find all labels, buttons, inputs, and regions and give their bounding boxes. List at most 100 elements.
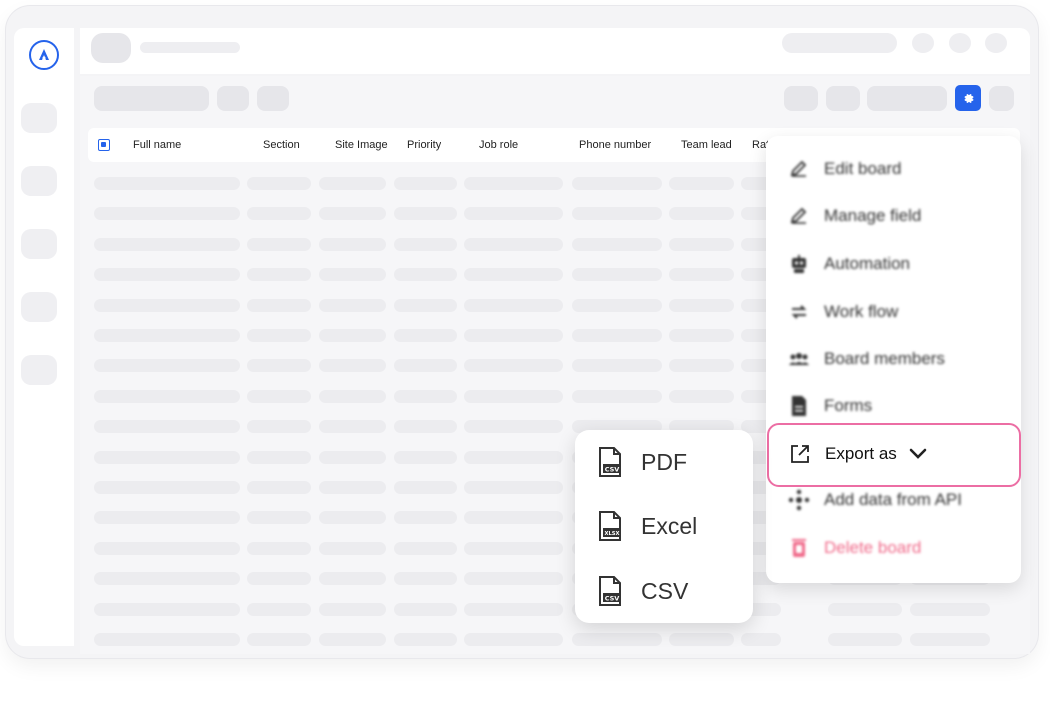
row-cell-placeholder — [394, 481, 457, 494]
row-cell-placeholder — [94, 511, 240, 525]
header-icon-placeholder[interactable] — [912, 33, 934, 53]
sidebar-item-placeholder[interactable] — [21, 355, 57, 385]
column-header-site-image[interactable]: Site Image — [335, 139, 388, 151]
row-cell-placeholder — [94, 329, 240, 342]
row-cell-placeholder — [394, 237, 457, 251]
app-logo-icon[interactable] — [29, 40, 59, 70]
sidebar-item-placeholder[interactable] — [21, 292, 57, 322]
export-icon — [789, 443, 811, 465]
row-cell-placeholder — [394, 602, 457, 616]
row-cell-placeholder — [247, 450, 311, 464]
toolbar-placeholder[interactable] — [257, 86, 289, 111]
toolbar-placeholder[interactable] — [217, 86, 249, 111]
column-header-phone-number[interactable]: Phone number — [579, 139, 651, 151]
header-search-placeholder[interactable] — [782, 33, 897, 53]
toolbar-placeholder[interactable] — [826, 86, 860, 111]
row-cell-placeholder — [247, 633, 311, 646]
row-cell-placeholder — [669, 268, 734, 282]
row-cell-placeholder — [247, 237, 311, 251]
row-cell-placeholder — [572, 329, 662, 342]
row-cell-placeholder — [394, 633, 457, 646]
api-icon — [788, 489, 810, 511]
row-cell-placeholder — [394, 450, 457, 464]
menu-item-label: Work flow — [824, 302, 899, 321]
row-cell-placeholder — [94, 541, 240, 555]
export-excel-option[interactable]: XLSX Excel — [575, 501, 753, 551]
row-cell-placeholder — [247, 511, 311, 525]
column-header-job-role[interactable]: Job role — [479, 139, 518, 151]
toolbar-placeholder[interactable] — [989, 86, 1014, 111]
header-icon-placeholder[interactable] — [949, 33, 971, 53]
toolbar-placeholder[interactable] — [94, 86, 209, 111]
row-cell-placeholder — [247, 359, 311, 373]
row-cell-placeholder — [319, 420, 386, 434]
row-cell-placeholder — [394, 572, 457, 586]
row-cell-placeholder — [94, 237, 240, 251]
row-cell-placeholder — [94, 268, 240, 282]
header-button-placeholder[interactable] — [91, 33, 131, 63]
gear-icon — [964, 94, 974, 103]
row-cell-placeholder — [464, 481, 563, 494]
menu-item-edit-board[interactable]: Edit board — [766, 149, 1021, 189]
row-cell-placeholder — [394, 298, 457, 312]
menu-item-label: Forms — [824, 396, 873, 415]
column-header-section[interactable]: Section — [263, 139, 300, 151]
menu-item-manage-field[interactable]: Manage field — [766, 196, 1021, 236]
row-cell-placeholder — [394, 207, 457, 221]
menu-item-board-members[interactable]: Board members — [766, 339, 1021, 379]
row-cell-placeholder — [669, 389, 734, 403]
row-cell-placeholder — [394, 329, 457, 342]
row-cell-placeholder — [319, 329, 386, 342]
row-cell-placeholder — [464, 359, 563, 373]
menu-item-label: Delete board — [824, 538, 922, 557]
row-cell-placeholder — [572, 237, 662, 251]
svg-text:CSV: CSV — [605, 595, 620, 603]
row-cell-placeholder — [319, 572, 386, 586]
row-cell-placeholder — [572, 298, 662, 312]
row-cell-placeholder — [319, 450, 386, 464]
sidebar-item-placeholder[interactable] — [21, 103, 57, 133]
export-pdf-option[interactable]: CSV PDF — [575, 437, 753, 487]
row-cell-placeholder — [319, 633, 386, 646]
row-cell-placeholder — [464, 207, 563, 221]
column-header-team-lead[interactable]: Team lead — [681, 139, 732, 151]
row-cell-placeholder — [464, 541, 563, 555]
row-cell-placeholder — [94, 572, 240, 586]
toolbar-placeholder[interactable] — [867, 86, 947, 111]
row-cell-placeholder — [669, 359, 734, 373]
row-cell-placeholder — [464, 420, 563, 434]
header-title-placeholder — [140, 42, 240, 53]
row-cell-placeholder — [572, 633, 662, 646]
row-cell-placeholder — [394, 177, 457, 190]
export-option-label: Excel — [641, 512, 698, 539]
menu-item-automation[interactable]: Automation — [766, 244, 1021, 284]
menu-item-work-flow[interactable]: Work flow — [766, 292, 1021, 332]
avatar[interactable] — [985, 33, 1007, 53]
menu-item-delete-board[interactable]: Delete board — [766, 528, 1021, 568]
board-settings-button[interactable] — [955, 85, 981, 111]
menu-item-export-as[interactable]: Export as — [767, 434, 1021, 474]
menu-item-add-data-from-api[interactable]: Add data from API — [766, 480, 1021, 520]
menu-item-label: Edit board — [824, 159, 902, 178]
sidebar-item-placeholder[interactable] — [21, 229, 57, 259]
row-cell-placeholder — [669, 633, 734, 646]
column-header-full-name[interactable]: Full name — [133, 139, 181, 151]
row-cell-placeholder — [394, 511, 457, 525]
select-all-checkbox[interactable] — [98, 139, 110, 151]
toolbar-placeholder[interactable] — [784, 86, 818, 111]
sidebar-item-placeholder[interactable] — [21, 166, 57, 196]
row-cell-placeholder — [319, 511, 386, 525]
row-cell-placeholder — [669, 237, 734, 251]
export-csv-option[interactable]: CSV CSV — [575, 566, 753, 616]
chevron-down-icon — [909, 448, 927, 460]
row-cell-placeholder — [94, 207, 240, 221]
row-cell-placeholder — [394, 359, 457, 373]
menu-item-forms[interactable]: Forms — [766, 386, 1021, 426]
row-cell-placeholder — [394, 541, 457, 555]
row-cell-placeholder — [669, 298, 734, 312]
column-header-priority[interactable]: Priority — [407, 139, 441, 151]
row-cell-placeholder — [394, 389, 457, 403]
row-cell-placeholder — [319, 207, 386, 221]
menu-item-label: Export as — [825, 444, 897, 463]
export-option-label: PDF — [641, 448, 687, 475]
